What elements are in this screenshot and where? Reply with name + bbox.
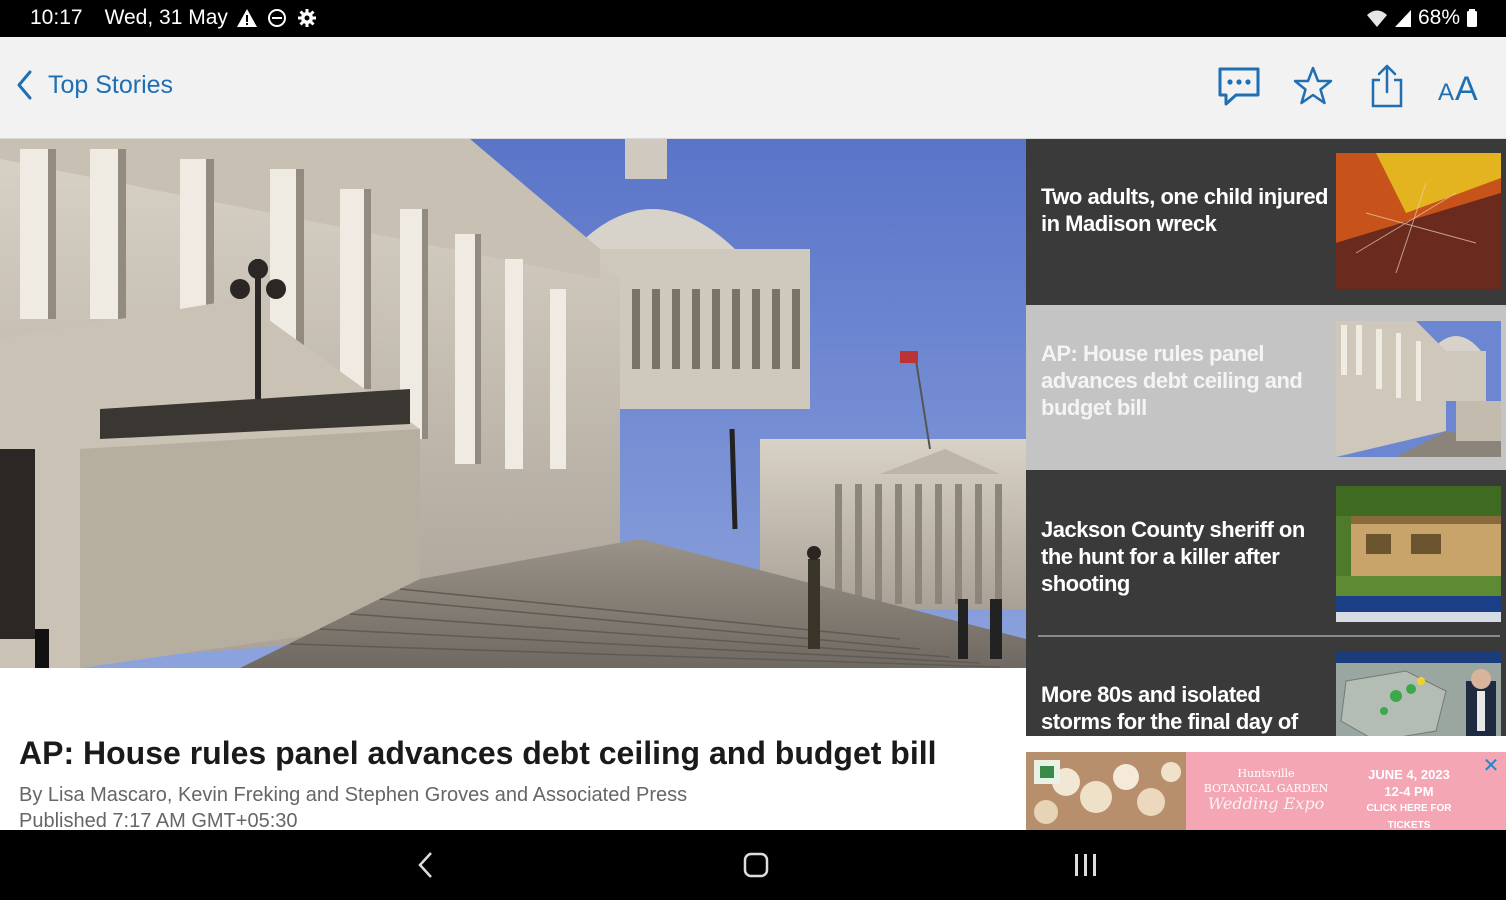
capitol-thumbnail-image bbox=[1336, 321, 1501, 457]
svg-text:A: A bbox=[1455, 70, 1478, 104]
story-thumbnail bbox=[1336, 153, 1501, 289]
status-bar: 10:17 Wed, 31 May 68% bbox=[0, 0, 1506, 37]
story-thumbnail bbox=[1336, 321, 1501, 457]
ad-script: Wedding Expo bbox=[1207, 794, 1325, 813]
story-item[interactable]: Two adults, one child injured in Madison… bbox=[1026, 139, 1506, 304]
article-byline: By Lisa Mascaro, Kevin Freking and Steph… bbox=[19, 784, 688, 806]
ad-date-block: JUNE 4, 2023 12-4 PM CLICK HERE FOR TICK… bbox=[1344, 766, 1474, 830]
crash-glass-image bbox=[1336, 153, 1501, 289]
mobile-home-image bbox=[1336, 486, 1501, 622]
ad-spacer bbox=[1026, 736, 1506, 752]
star-icon bbox=[1293, 66, 1333, 105]
nav-recents-button[interactable] bbox=[1056, 845, 1116, 885]
share-icon bbox=[1371, 64, 1403, 108]
article-text: AP: House rules panel advances debt ceil… bbox=[19, 734, 1019, 830]
back-button[interactable]: Top Stories bbox=[14, 69, 173, 101]
text-size-button[interactable]: AA bbox=[1438, 63, 1484, 109]
svg-text:A: A bbox=[1438, 79, 1454, 104]
ad-org: Huntsville BOTANICAL GARDEN Wedding Expo bbox=[1201, 766, 1331, 813]
status-date: Wed, 31 May bbox=[104, 6, 228, 29]
capitol-building-image bbox=[0, 139, 1026, 668]
article-toolbar: AA bbox=[1216, 63, 1484, 109]
story-item[interactable]: More 80s and isolated storms for the fin… bbox=[1026, 637, 1506, 736]
app-bar: Top Stories AA bbox=[0, 37, 1506, 139]
comments-button[interactable] bbox=[1216, 63, 1262, 109]
article-published: Published 7:17 AM GMT+05:30 bbox=[19, 810, 298, 830]
weather-map-image bbox=[1336, 651, 1501, 736]
battery-icon bbox=[1467, 9, 1477, 27]
story-thumbnail bbox=[1336, 651, 1501, 736]
story-item[interactable]: Jackson County sheriff on the hunt for a… bbox=[1026, 472, 1506, 637]
story-thumbnail bbox=[1336, 486, 1501, 622]
comment-icon bbox=[1218, 67, 1260, 106]
hero-image[interactable] bbox=[0, 139, 1026, 668]
related-stories-sidebar: Two adults, one child injured in Madison… bbox=[1026, 139, 1506, 736]
article-main: AP: House rules panel advances debt ceil… bbox=[0, 139, 1026, 830]
text-size-icon: AA bbox=[1438, 70, 1479, 104]
nav-home-icon bbox=[743, 852, 769, 878]
ad-close-button[interactable]: ✕ bbox=[1480, 756, 1502, 778]
nav-recents-icon bbox=[1075, 854, 1096, 876]
status-left: 10:17 Wed, 31 May bbox=[30, 6, 318, 30]
article-headline: AP: House rules panel advances debt ceil… bbox=[19, 735, 937, 771]
status-right: 68% bbox=[1366, 6, 1478, 30]
story-title: More 80s and isolated storms for the fin… bbox=[1041, 682, 1298, 734]
story-item-active[interactable]: AP: House rules panel advances debt ceil… bbox=[1026, 305, 1506, 470]
status-time: 10:17 bbox=[30, 6, 83, 29]
ad-date: JUNE 4, 2023 bbox=[1368, 767, 1450, 782]
wifi-icon bbox=[1366, 10, 1387, 27]
battery-percent: 68% bbox=[1417, 6, 1460, 29]
ad-cta: CLICK HERE FOR TICKETS bbox=[1366, 803, 1452, 830]
story-title: Jackson County sheriff on the hunt for a… bbox=[1041, 517, 1305, 596]
favorite-button[interactable] bbox=[1290, 63, 1336, 109]
dnd-icon bbox=[267, 9, 286, 27]
share-button[interactable] bbox=[1364, 63, 1410, 109]
ad-banner[interactable]: Huntsville BOTANICAL GARDEN Wedding Expo… bbox=[1026, 752, 1506, 830]
ad-time: 12-4 PM bbox=[1384, 784, 1434, 799]
story-title: AP: House rules panel advances debt ceil… bbox=[1041, 341, 1303, 420]
back-label: Top Stories bbox=[48, 70, 174, 99]
nav-home-button[interactable] bbox=[726, 845, 786, 885]
system-nav-bar bbox=[0, 830, 1506, 900]
ad-org-name: Huntsville BOTANICAL GARDEN bbox=[1203, 767, 1329, 795]
alert-icon bbox=[236, 9, 257, 27]
flowers-image bbox=[1026, 752, 1186, 830]
story-title: Two adults, one child injured in Madison… bbox=[1041, 184, 1329, 236]
gear-icon bbox=[297, 9, 316, 27]
nav-back-icon bbox=[418, 852, 432, 878]
chevron-left-icon bbox=[17, 70, 32, 100]
nav-back-button[interactable] bbox=[396, 845, 456, 885]
signal-icon bbox=[1394, 10, 1411, 27]
